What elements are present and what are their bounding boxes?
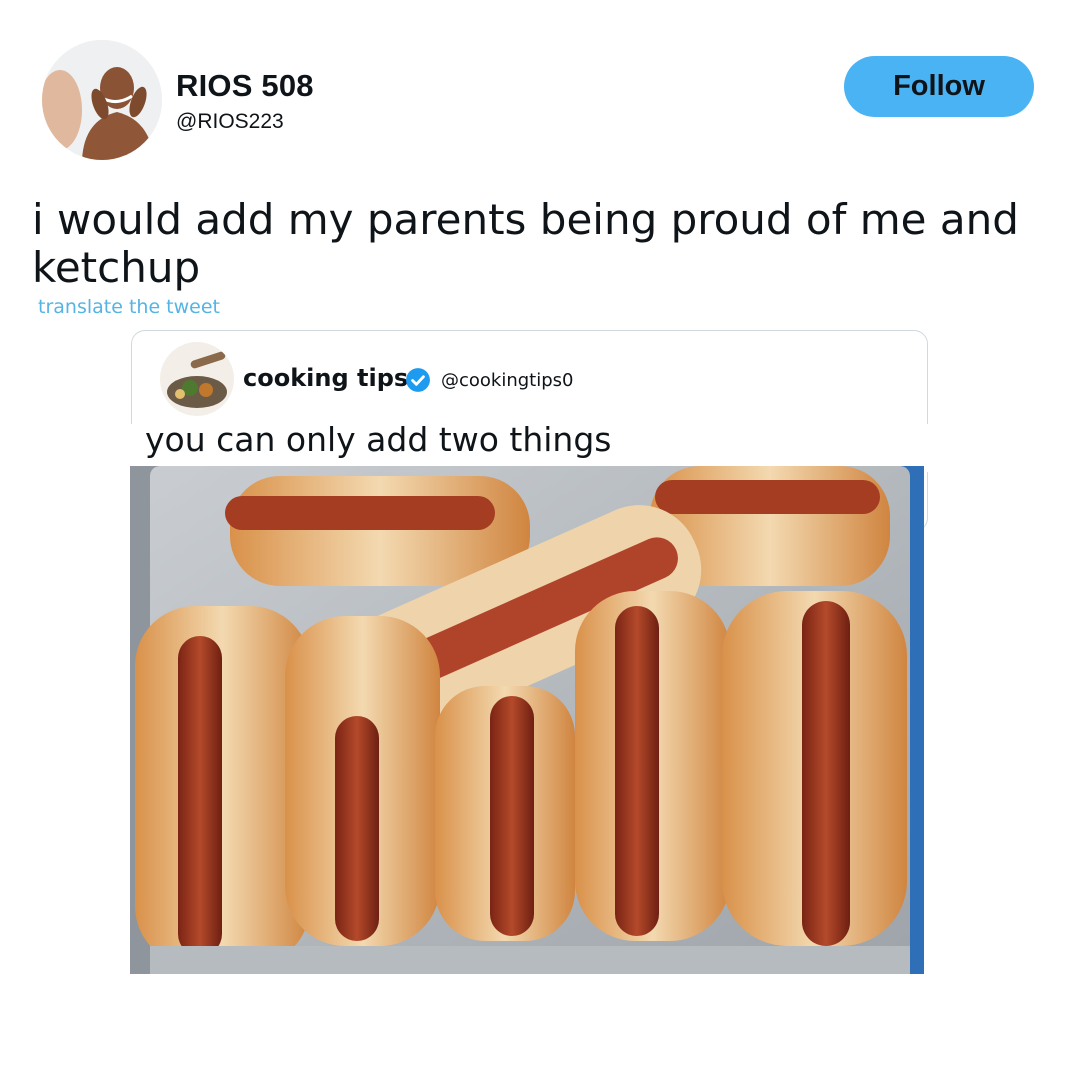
tweet-text: i would add my parents being proud of me… [32,195,1019,292]
author-handle[interactable]: @RIOS223 [176,110,284,134]
quoted-tweet-image[interactable] [130,466,924,974]
quoted-author-avatar[interactable] [160,342,234,416]
verified-badge-icon [406,368,430,392]
quoted-author-name[interactable]: cooking tips [243,364,408,392]
quoted-author-handle[interactable]: @cookingtips0 [441,370,574,391]
follow-button[interactable]: Follow [844,56,1034,117]
author-name[interactable]: RIOS 508 [176,68,314,104]
quoted-avatar-image [160,342,234,416]
translate-link[interactable]: translate the tweet [38,296,220,318]
avatar-image [42,40,162,160]
quoted-tweet-text: you can only add two things [145,420,612,459]
author-avatar[interactable] [42,40,162,160]
hot-dogs-photo [130,466,924,974]
